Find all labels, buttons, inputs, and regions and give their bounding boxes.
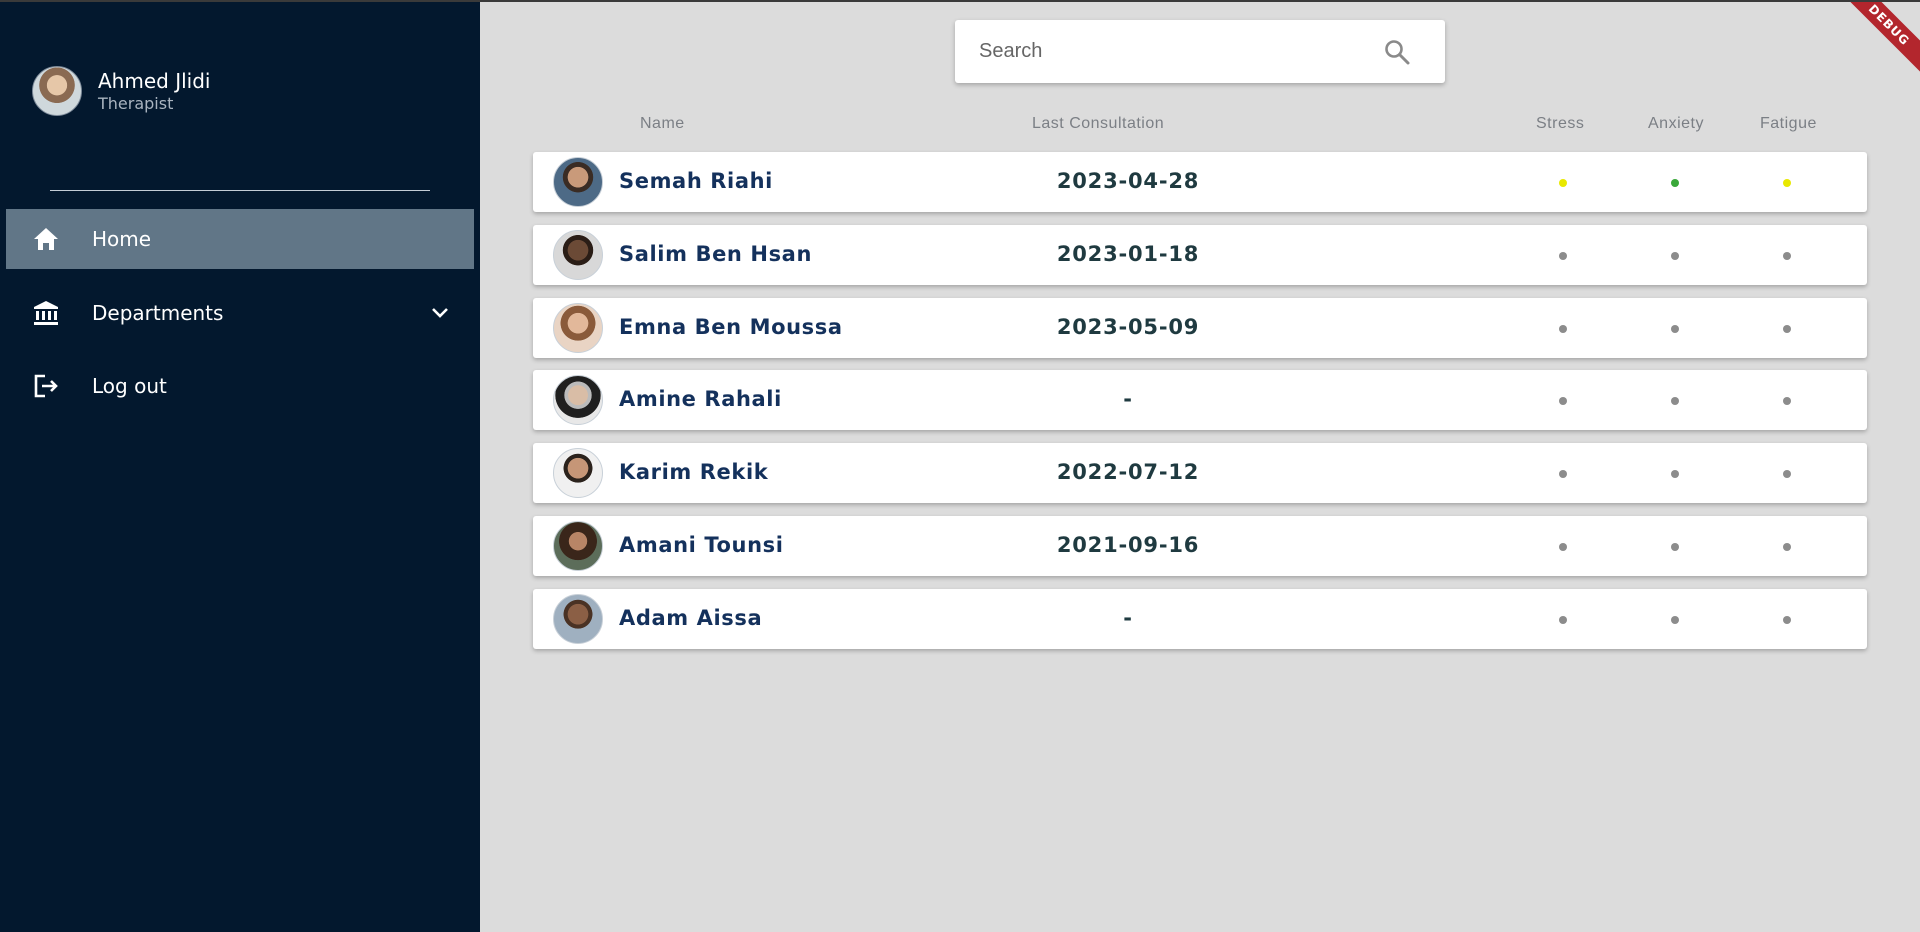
avatar bbox=[553, 375, 603, 425]
avatar bbox=[553, 448, 603, 498]
patient-name: Amani Tounsi bbox=[619, 533, 784, 557]
table-row[interactable]: Adam Aissa - bbox=[533, 589, 1867, 649]
table-row[interactable]: Semah Riahi 2023-04-28 bbox=[533, 152, 1867, 212]
stress-indicator bbox=[1559, 616, 1567, 624]
sidebar-item-logout[interactable]: Log out bbox=[6, 356, 474, 416]
table-row[interactable]: Emna Ben Moussa 2023-05-09 bbox=[533, 298, 1867, 358]
stress-indicator bbox=[1559, 325, 1567, 333]
home-icon bbox=[28, 221, 64, 257]
chevron-down-icon[interactable] bbox=[428, 301, 452, 325]
user-name: Ahmed Jlidi bbox=[98, 69, 211, 93]
sidebar-item-home[interactable]: Home bbox=[6, 209, 474, 269]
last-consultation-date: 2023-04-28 bbox=[1056, 169, 1200, 193]
patient-name: Salim Ben Hsan bbox=[619, 242, 812, 266]
sidebar-item-departments[interactable]: Departments bbox=[6, 283, 474, 343]
anxiety-indicator bbox=[1671, 616, 1679, 624]
anxiety-indicator bbox=[1671, 325, 1679, 333]
search-bar bbox=[955, 20, 1445, 83]
table-row[interactable]: Amine Rahali - bbox=[533, 370, 1867, 430]
patient-name: Semah Riahi bbox=[619, 169, 773, 193]
anxiety-indicator bbox=[1671, 397, 1679, 405]
patient-name: Karim Rekik bbox=[619, 460, 769, 484]
fatigue-indicator bbox=[1783, 543, 1791, 551]
fatigue-indicator bbox=[1783, 470, 1791, 478]
avatar bbox=[553, 157, 603, 207]
column-header-anxiety: Anxiety bbox=[1648, 115, 1704, 132]
sidebar-divider bbox=[50, 190, 430, 191]
fatigue-indicator bbox=[1783, 179, 1791, 187]
table-row[interactable]: Amani Tounsi 2021-09-16 bbox=[533, 516, 1867, 576]
stress-indicator bbox=[1559, 179, 1567, 187]
bank-icon bbox=[28, 295, 64, 331]
fatigue-indicator bbox=[1783, 325, 1791, 333]
table-row[interactable]: Karim Rekik 2022-07-12 bbox=[533, 443, 1867, 503]
sidebar-item-label: Departments bbox=[92, 301, 224, 325]
stress-indicator bbox=[1559, 543, 1567, 551]
last-consultation-date: 2023-01-18 bbox=[1056, 242, 1200, 266]
anxiety-indicator bbox=[1671, 543, 1679, 551]
table-row[interactable]: Salim Ben Hsan 2023-01-18 bbox=[533, 225, 1867, 285]
column-header-fatigue: Fatigue bbox=[1760, 115, 1817, 132]
stress-indicator bbox=[1559, 470, 1567, 478]
anxiety-indicator bbox=[1671, 470, 1679, 478]
last-consultation-date: 2021-09-16 bbox=[1056, 533, 1200, 557]
column-header-last-consultation: Last Consultation bbox=[1032, 115, 1165, 132]
avatar bbox=[553, 303, 603, 353]
last-consultation-date: 2022-07-12 bbox=[1056, 460, 1200, 484]
anxiety-indicator bbox=[1671, 252, 1679, 260]
column-header-name: Name bbox=[640, 115, 685, 132]
patient-name: Emna Ben Moussa bbox=[619, 315, 843, 339]
anxiety-indicator bbox=[1671, 179, 1679, 187]
fatigue-indicator bbox=[1783, 252, 1791, 260]
column-header-stress: Stress bbox=[1536, 115, 1585, 132]
avatar bbox=[553, 230, 603, 280]
search-icon[interactable] bbox=[1383, 38, 1411, 66]
sidebar-item-label: Log out bbox=[92, 374, 167, 398]
avatar bbox=[32, 66, 82, 116]
stress-indicator bbox=[1559, 252, 1567, 260]
logout-icon bbox=[28, 368, 64, 404]
last-consultation-date: - bbox=[1123, 606, 1133, 630]
search-input[interactable] bbox=[979, 34, 1359, 68]
window-top-border bbox=[0, 0, 1920, 2]
sidebar-item-label: Home bbox=[92, 227, 152, 251]
sidebar: Ahmed Jlidi Therapist Home Departments L… bbox=[0, 0, 480, 932]
patient-name: Adam Aissa bbox=[619, 606, 763, 630]
avatar bbox=[553, 521, 603, 571]
last-consultation-date: - bbox=[1123, 387, 1133, 411]
user-profile[interactable]: Ahmed Jlidi Therapist bbox=[32, 66, 210, 116]
user-role: Therapist bbox=[98, 94, 174, 113]
debug-banner: DEBUG bbox=[1835, 0, 1920, 79]
fatigue-indicator bbox=[1783, 397, 1791, 405]
avatar bbox=[553, 594, 603, 644]
stress-indicator bbox=[1559, 397, 1567, 405]
patient-name: Amine Rahali bbox=[619, 387, 782, 411]
fatigue-indicator bbox=[1783, 616, 1791, 624]
last-consultation-date: 2023-05-09 bbox=[1056, 315, 1200, 339]
